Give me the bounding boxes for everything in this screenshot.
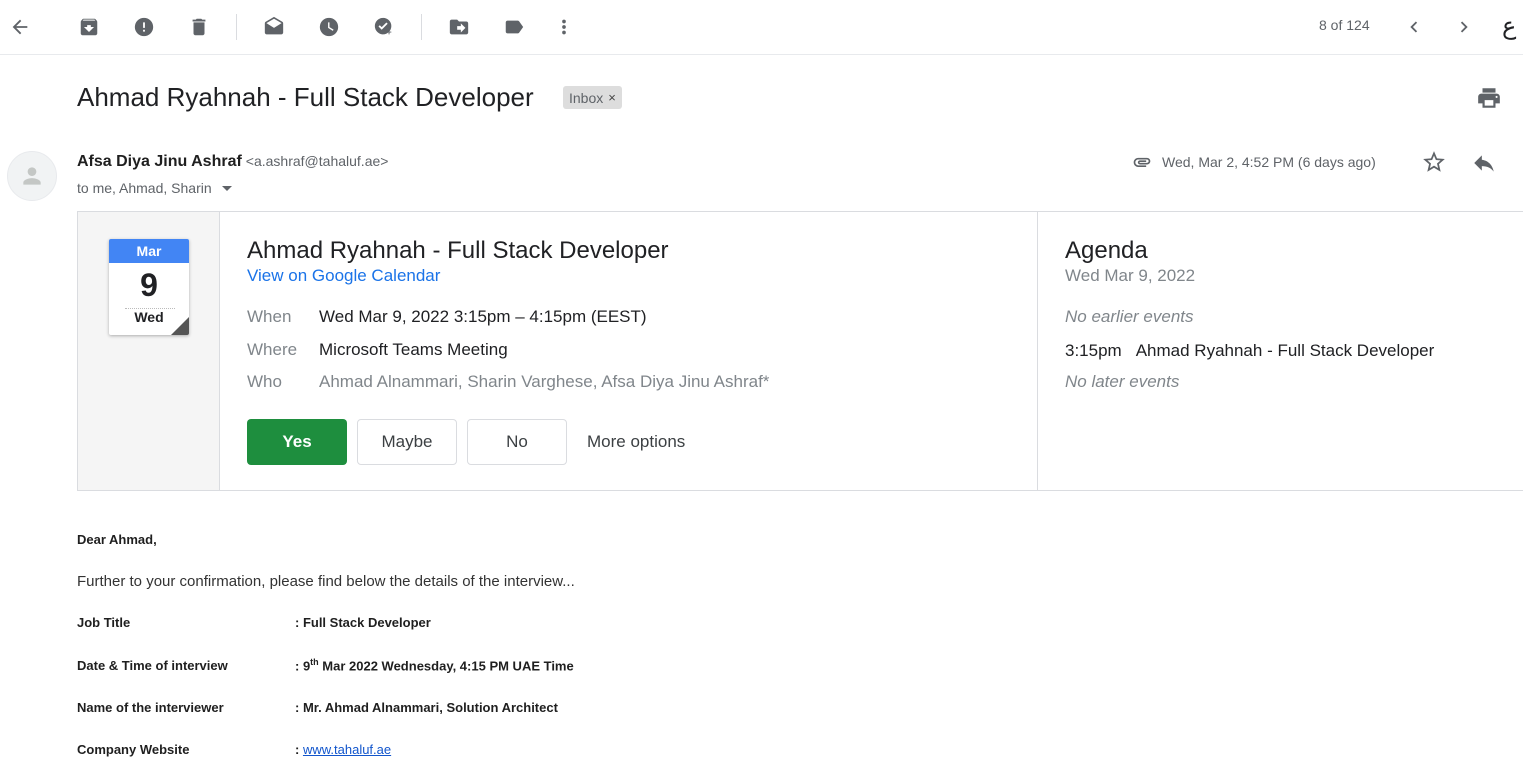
more-options-button[interactable]: More options [587, 419, 685, 465]
event-when-row: When Wed Mar 9, 2022 3:15pm – 4:15pm (EES… [247, 307, 647, 327]
detail-value-prefix: : 9 [295, 658, 311, 674]
star-icon[interactable] [1421, 149, 1449, 177]
add-task-icon[interactable] [369, 12, 399, 42]
who-value: Ahmad Alnammari, Sharin Varghese, Afsa D… [319, 372, 770, 391]
calendar-invite-card: Mar 9 Wed Ahmad Ryahnah - Full Stack Dev… [77, 211, 1523, 491]
label-chip-text: Inbox [569, 89, 604, 106]
event-title: Ahmad Ryahnah - Full Stack Developer [247, 237, 669, 264]
who-label: Who [247, 372, 282, 391]
detail-value-sup: th [310, 657, 319, 667]
toolbar: 8 of 124 ع [0, 0, 1523, 55]
sender-email: <a.ashraf@tahaluf.ae> [245, 153, 389, 169]
rsvp-no-button[interactable]: No [467, 419, 567, 465]
agenda-event-time: 3:15pm [1065, 341, 1122, 360]
email-meta: Wed, Mar 2, 4:52 PM (6 days ago) [1130, 152, 1376, 172]
calendar-date-tile: Mar 9 Wed [109, 239, 189, 335]
avatar[interactable] [7, 151, 57, 201]
mark-unread-icon[interactable] [259, 12, 289, 42]
detail-key: Name of the interviewer [77, 700, 224, 715]
label-icon[interactable] [499, 12, 529, 42]
no-earlier-events: No earlier events [1065, 307, 1194, 326]
recipients-toggle[interactable]: to me, Ahmad, Sharin [77, 180, 232, 196]
agenda-title: Agenda [1065, 237, 1148, 264]
archive-icon[interactable] [74, 12, 104, 42]
calendar-day: 9 [140, 267, 158, 303]
more-vert-icon[interactable] [549, 12, 579, 42]
delete-icon[interactable] [184, 12, 214, 42]
detail-row-website: Company Website: www.tahaluf.ae [77, 742, 391, 757]
pagination-count: 8 of 124 [1319, 17, 1370, 33]
remove-label-icon[interactable]: × [608, 90, 616, 105]
move-to-icon[interactable] [444, 12, 474, 42]
recipients-text: to me, Ahmad, Sharin [77, 180, 212, 196]
agenda-panel: Agenda Wed Mar 9, 2022 No earlier events… [1037, 212, 1523, 490]
event-who-row: Who Ahmad Alnammari, Sharin Varghese, Afs… [247, 372, 769, 392]
sender-line: Afsa Diya Jinu Ashraf <a.ashraf@tahaluf.a… [77, 153, 388, 171]
invite-date-panel: Mar 9 Wed [78, 212, 220, 490]
rsvp-maybe-button[interactable]: Maybe [357, 419, 457, 465]
reply-icon[interactable] [1471, 150, 1499, 178]
input-tools-icon[interactable]: ع [1502, 12, 1516, 40]
detail-value: : Full Stack Developer [295, 615, 431, 630]
agenda-event[interactable]: 3:15pm Ahmad Ryahnah - Full Stack Develop… [1065, 341, 1434, 361]
back-icon[interactable] [5, 12, 35, 42]
calendar-month: Mar [109, 239, 189, 263]
detail-row-job-title: Job Title : Full Stack Developer [77, 615, 431, 630]
detail-key: Company Website [77, 742, 190, 757]
view-calendar-link[interactable]: View on Google Calendar [247, 266, 440, 286]
snooze-icon[interactable] [314, 12, 344, 42]
report-spam-icon[interactable] [129, 12, 159, 42]
detail-value: : Mr. Ahmad Alnammari, Solution Architec… [295, 700, 558, 715]
detail-key: Job Title [77, 615, 131, 630]
detail-value-prefix: : [295, 742, 303, 757]
inbox-label-chip[interactable]: Inbox × [563, 86, 622, 109]
email-subject: Ahmad Ryahnah - Full Stack Developer [77, 82, 534, 112]
next-icon[interactable] [1449, 12, 1479, 42]
page-fold-icon [171, 317, 189, 335]
attachment-icon [1133, 157, 1151, 167]
detail-value-suffix: Mar 2022 Wednesday, 4:15 PM UAE Time [318, 658, 574, 674]
no-later-events: No later events [1065, 372, 1180, 391]
event-where-row: Where Microsoft Teams Meeting [247, 340, 508, 360]
toolbar-separator [421, 14, 422, 40]
print-icon[interactable] [1476, 85, 1504, 113]
calendar-divider [125, 308, 175, 309]
where-value: Microsoft Teams Meeting [319, 340, 508, 359]
email-date: Wed, Mar 2, 4:52 PM (6 days ago) [1162, 154, 1376, 170]
detail-row-datetime: Date & Time of interview : 9th Mar 2022 W… [77, 657, 574, 673]
agenda-event-title: Ahmad Ryahnah - Full Stack Developer [1135, 341, 1435, 360]
greeting: Dear Ahmad, [77, 532, 157, 547]
toolbar-separator [236, 14, 237, 40]
when-value: Wed Mar 9, 2022 3:15pm – 4:15pm (EEST) [319, 307, 647, 326]
rsvp-yes-button[interactable]: Yes [247, 419, 347, 465]
detail-key: Date & Time of interview [77, 658, 228, 674]
intro-paragraph: Further to your confirmation, please fin… [77, 573, 575, 590]
company-website-link[interactable]: www.tahaluf.ae [303, 742, 391, 757]
where-label: Where [247, 340, 298, 359]
chevron-down-icon[interactable] [221, 185, 232, 191]
person-icon [23, 167, 41, 185]
prev-icon[interactable] [1399, 12, 1429, 42]
detail-row-interviewer: Name of the interviewer : Mr. Ahmad Alnam… [77, 700, 558, 715]
agenda-date: Wed Mar 9, 2022 [1065, 266, 1196, 285]
sender-name[interactable]: Afsa Diya Jinu Ashraf [77, 153, 242, 170]
when-label: When [247, 307, 292, 326]
